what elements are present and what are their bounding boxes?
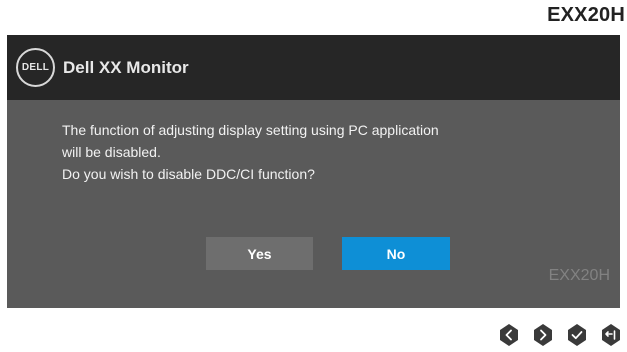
monitor-nav-buttons — [497, 323, 623, 347]
message-line: will be disabled. — [62, 144, 161, 160]
chevron-left-icon[interactable] — [497, 323, 521, 347]
model-label-top: EXX20H — [547, 4, 625, 26]
message-line: Do you wish to disable DDC/CI function? — [62, 166, 315, 182]
osd-header: DELL Dell XX Monitor — [7, 35, 620, 100]
dell-logo-icon: DELL — [16, 48, 55, 87]
yes-button[interactable]: Yes — [206, 237, 313, 270]
exit-icon[interactable] — [599, 323, 623, 347]
no-button[interactable]: No — [342, 237, 450, 270]
checkmark-icon[interactable] — [565, 323, 589, 347]
osd-model-label: EXX20H — [548, 267, 610, 284]
osd-dialog: DELL Dell XX Monitor The function of adj… — [7, 35, 620, 308]
osd-message: The function of adjusting display settin… — [62, 119, 542, 185]
osd-title: Dell XX Monitor — [63, 57, 189, 77]
message-line: The function of adjusting display settin… — [62, 122, 439, 138]
chevron-right-icon[interactable] — [531, 323, 555, 347]
